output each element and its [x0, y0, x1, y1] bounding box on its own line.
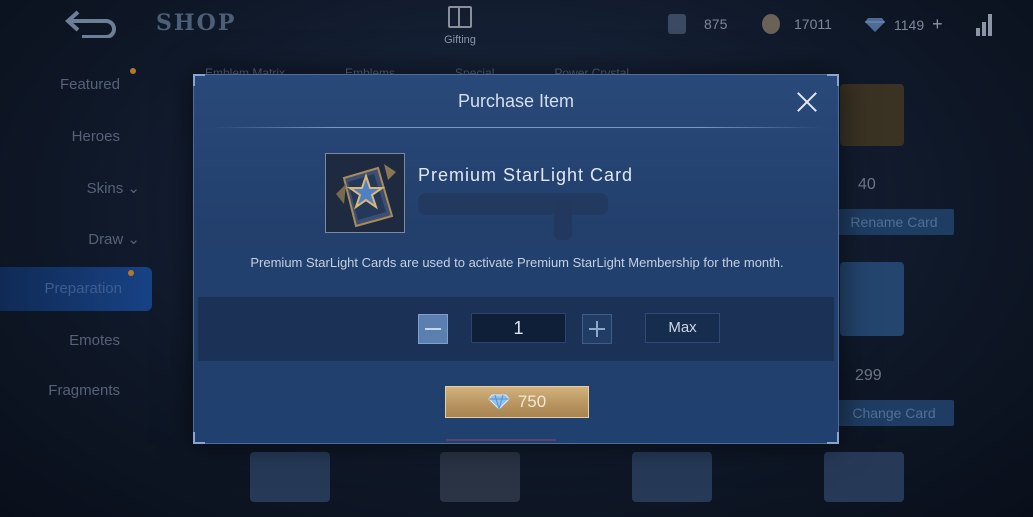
quantity-input[interactable]: 1 [471, 313, 566, 343]
signal-icon [976, 12, 992, 36]
redaction-mark [446, 425, 556, 441]
buy-price: 750 [517, 392, 547, 411]
diamond-icon [488, 394, 510, 410]
chevron-down-icon: ⌄ [127, 231, 140, 248]
diamond-value: 1149 [894, 16, 925, 33]
notification-dot [130, 68, 136, 74]
battle-points-value: 17011 [794, 16, 832, 32]
change-card-price: 299 [855, 367, 882, 384]
diamond-icon [865, 17, 885, 32]
close-icon[interactable] [796, 91, 818, 113]
notification-dot [128, 270, 134, 276]
sidebar-item-emotes[interactable]: Emotes [0, 332, 170, 349]
redaction-mark [554, 200, 572, 240]
ticket-value: 875 [704, 16, 728, 32]
decrease-quantity-button[interactable] [418, 314, 448, 344]
sidebar-item-heroes[interactable]: Heroes [0, 128, 170, 145]
diamond-counter: 1149 + [864, 14, 943, 35]
dialog-title: Purchase Item [457, 91, 575, 111]
starlight-card-icon [325, 153, 405, 233]
back-arrow-icon[interactable] [62, 8, 122, 38]
item-thumb [824, 452, 904, 502]
ticket-icon [668, 14, 686, 34]
gifting-button[interactable]: Gifting [440, 6, 480, 48]
title-divider [212, 127, 822, 128]
shop-title: SHOP [156, 10, 237, 36]
sidebar-item-featured[interactable]: Featured [0, 76, 170, 93]
increase-quantity-button[interactable] [582, 314, 612, 344]
gift-icon [448, 6, 472, 28]
sidebar-item-skins[interactable]: Skins ⌄ [0, 179, 170, 197]
rename-card-price: 40 [858, 176, 876, 193]
buy-button[interactable]: 750 [445, 386, 589, 418]
item-thumb [250, 452, 330, 502]
rename-card-button[interactable]: Rename Card [834, 209, 954, 235]
gifting-label: Gifting [444, 34, 476, 46]
sidebar-item-draw[interactable]: Draw ⌄ [0, 230, 170, 248]
item-thumb [632, 452, 712, 502]
item-name: Premium StarLight Card [418, 165, 634, 185]
change-card-button[interactable]: Change Card [834, 400, 954, 426]
add-diamonds-icon[interactable]: + [932, 14, 943, 35]
purchase-dialog: Purchase Item Premium StarLight Card Pre… [193, 74, 839, 444]
ticket-counter: 875 [668, 14, 727, 34]
battle-points-counter: 17011 [762, 14, 832, 34]
rename-card-thumb [840, 84, 904, 146]
change-card-thumb [840, 262, 904, 336]
redaction-mark [418, 193, 608, 215]
item-thumb [440, 452, 520, 502]
sidebar-item-fragments[interactable]: Fragments [0, 382, 170, 399]
top-bar: SHOP Gifting 875 17011 1149 + [0, 0, 1033, 50]
max-quantity-button[interactable]: Max [645, 313, 720, 343]
battle-points-icon [762, 14, 780, 34]
chevron-down-icon: ⌄ [127, 180, 140, 197]
item-description: Premium StarLight Cards are used to acti… [250, 255, 784, 270]
